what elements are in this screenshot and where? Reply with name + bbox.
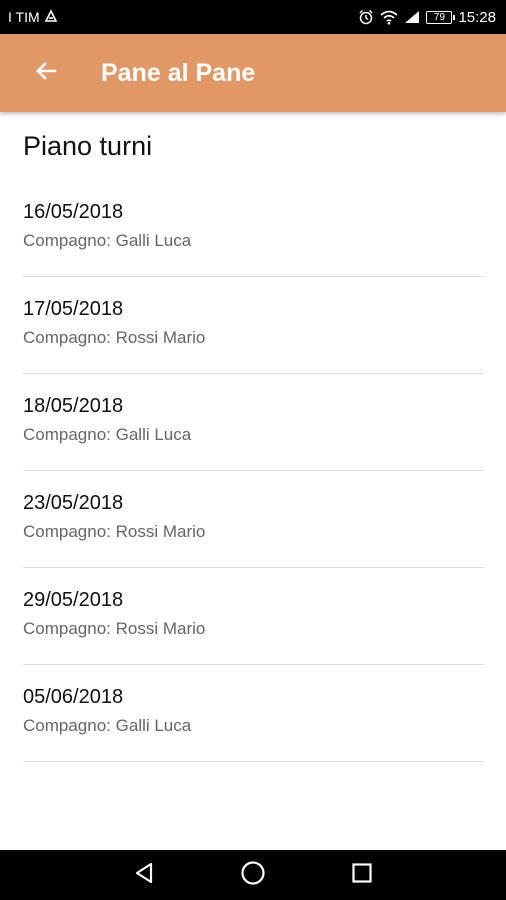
shift-item[interactable]: 17/05/2018 Compagno: Rossi Mario bbox=[0, 277, 506, 374]
clock: 15:28 bbox=[458, 8, 496, 26]
shift-date: 29/05/2018 bbox=[23, 589, 124, 611]
arrow-back-icon bbox=[34, 59, 58, 88]
shift-date: 16/05/2018 bbox=[23, 201, 124, 223]
shift-partner: Compagno: Rossi Mario bbox=[23, 522, 206, 541]
status-bar-right: 79 15:28 bbox=[358, 9, 496, 26]
nav-back-button[interactable] bbox=[124, 855, 164, 895]
app-bar: Pane al Pane bbox=[0, 34, 506, 112]
status-bar-left: I TIM bbox=[8, 8, 58, 26]
signal-icon bbox=[404, 10, 420, 24]
app-title: Pane al Pane bbox=[101, 58, 256, 87]
back-button[interactable] bbox=[21, 48, 71, 98]
shift-partner: Compagno: Rossi Mario bbox=[23, 619, 206, 638]
nav-recents-button[interactable] bbox=[342, 855, 382, 895]
shift-item[interactable]: 23/05/2018 Compagno: Rossi Mario bbox=[0, 471, 506, 568]
carrier-label: I TIM bbox=[8, 9, 40, 25]
nav-home-button[interactable] bbox=[233, 855, 273, 895]
shift-item[interactable]: 05/06/2018 Compagno: Galli Luca bbox=[0, 665, 506, 762]
shift-item[interactable]: 18/05/2018 Compagno: Galli Luca bbox=[0, 374, 506, 471]
section-title: Piano turni bbox=[23, 131, 153, 161]
wifi-icon bbox=[380, 10, 398, 25]
shift-date: 17/05/2018 bbox=[23, 298, 124, 320]
square-recents-icon bbox=[351, 862, 373, 889]
shift-date: 05/06/2018 bbox=[23, 686, 124, 708]
data-transfer-icon bbox=[44, 8, 58, 26]
battery-icon: 79 bbox=[426, 10, 456, 24]
shift-date: 18/05/2018 bbox=[23, 395, 124, 417]
shift-partner: Compagno: Galli Luca bbox=[23, 425, 192, 444]
shift-partner: Compagno: Rossi Mario bbox=[23, 328, 206, 347]
shift-partner: Compagno: Galli Luca bbox=[23, 231, 192, 250]
shift-date: 23/05/2018 bbox=[23, 492, 124, 514]
shift-partner: Compagno: Galli Luca bbox=[23, 716, 192, 735]
shift-item[interactable]: 29/05/2018 Compagno: Rossi Mario bbox=[0, 568, 506, 665]
shift-item[interactable]: 16/05/2018 Compagno: Galli Luca bbox=[0, 180, 506, 277]
circle-home-icon bbox=[240, 860, 266, 891]
navigation-bar bbox=[0, 850, 506, 900]
status-bar: I TIM 79 15:28 bbox=[0, 0, 506, 34]
shift-list: 16/05/2018 Compagno: Galli Luca 17/05/20… bbox=[0, 180, 506, 762]
alarm-icon bbox=[358, 9, 374, 25]
triangle-back-icon bbox=[133, 861, 155, 890]
